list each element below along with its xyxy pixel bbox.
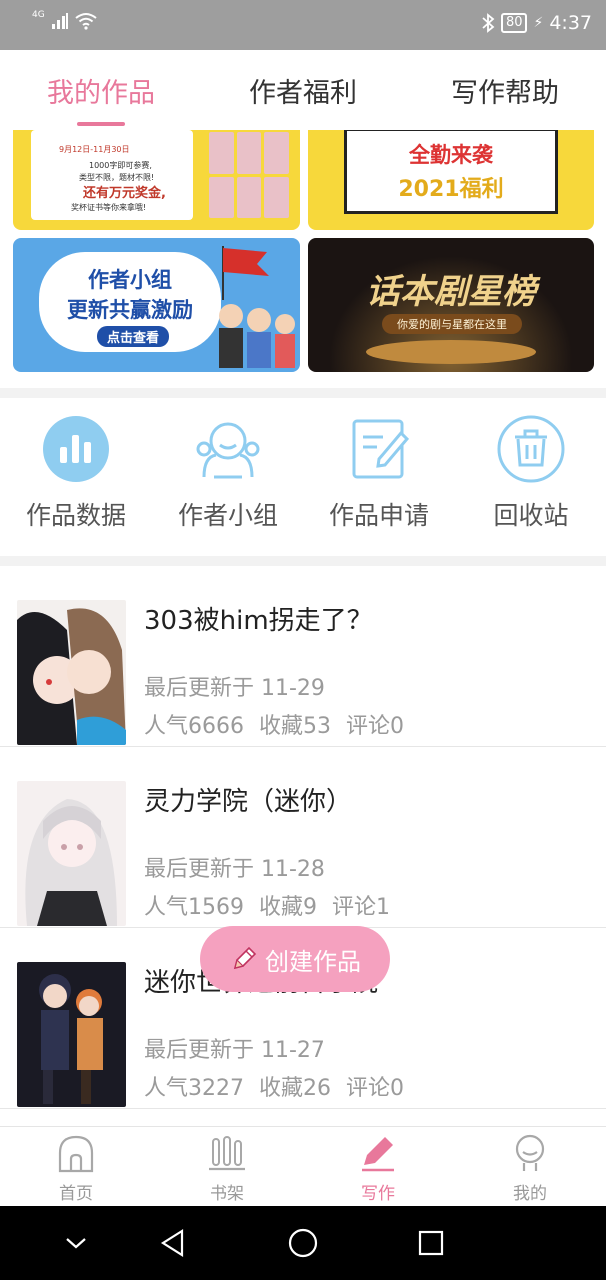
tab-label: 写作帮助: [451, 77, 559, 109]
wifi-icon: [75, 13, 97, 30]
pencil-icon: [233, 946, 257, 970]
work-favorites: 收藏26: [259, 1076, 331, 1101]
edit-document-icon: [344, 414, 414, 484]
work-updated: 最后更新于 11-28: [144, 857, 325, 882]
work-stats: 人气6666 收藏53 评论0: [144, 708, 404, 740]
action-label: 作者小组: [177, 501, 278, 530]
work-updated: 最后更新于 11-27: [144, 1038, 325, 1063]
tab-active-indicator: [77, 122, 125, 126]
works-list: 303被him拐走了？ 最后更新于 11-29 人气6666 收藏53 评论0 …: [0, 566, 606, 1126]
banner-board: 全勤来袭 2021福利: [344, 130, 558, 214]
nav-write[interactable]: 写作: [318, 1133, 438, 1204]
banner-line: 奖杯证书等你来拿哦!: [71, 203, 147, 212]
banner-title: 作者小组: [88, 268, 172, 292]
banner-subtitle: 2021福利: [398, 177, 504, 202]
work-popularity: 人气1569: [144, 895, 244, 920]
top-tab-bar: 我的作品 作者福利 写作帮助: [0, 50, 606, 130]
banner-card: 9月12日-11月30日 1000字即可参赛, 类型不限，题材不限! 还有万元奖…: [31, 130, 193, 220]
banner-grid: 9月12日-11月30日 1000字即可参赛, 类型不限，题材不限! 还有万元奖…: [0, 130, 606, 388]
nav-label: 写作: [361, 1184, 395, 1204]
banner-attendance-bonus[interactable]: 全勤来袭 2021福利: [308, 130, 594, 230]
bottom-nav: 首页 书架 写作 我的: [0, 1126, 606, 1206]
tab-writing-help[interactable]: 写作帮助: [404, 50, 606, 130]
nav-label: 我的: [513, 1184, 547, 1204]
group-icon: [193, 414, 263, 484]
work-favorites: 收藏53: [259, 714, 331, 739]
bluetooth-icon: [482, 13, 495, 33]
banner-view-button: 点击查看: [97, 326, 170, 347]
work-cover-image: [17, 781, 126, 926]
signal-icon: [51, 13, 68, 29]
banner-title: 话本剧星榜: [366, 272, 536, 312]
action-label: 作品申请: [328, 501, 429, 530]
battery-indicator: 80: [500, 13, 528, 33]
banner-subtitle: 更新共赢激励: [67, 298, 193, 322]
quick-actions: 作品数据 作者小组 作品申请 回收站: [0, 398, 606, 556]
bookshelf-icon: [209, 1136, 245, 1171]
work-popularity: 人气3227: [144, 1076, 244, 1101]
tab-author-benefits[interactable]: 作者福利: [202, 50, 404, 130]
banner-author-group[interactable]: 作者小组 更新共赢激励 点击查看: [13, 238, 300, 372]
network-label: 4G: [32, 10, 45, 20]
nav-label: 首页: [59, 1184, 93, 1204]
action-label: 作品数据: [25, 501, 126, 530]
work-stats: 人气3227 收藏26 评论0: [144, 1070, 404, 1102]
nav-bookshelf[interactable]: 书架: [167, 1133, 287, 1204]
nav-home[interactable]: 首页: [16, 1133, 136, 1204]
banner-bubble: 作者小组 更新共赢激励 点击查看: [39, 252, 221, 352]
work-comments: 评论0: [346, 714, 404, 739]
section-divider: [0, 388, 606, 398]
tab-label: 我的作品: [47, 77, 155, 109]
banner-stage: [366, 340, 536, 364]
work-stats: 人气1569 收藏9 评论1: [144, 889, 390, 921]
work-popularity: 人气6666: [144, 714, 244, 739]
banner-line: 1000字即可参赛,: [89, 161, 152, 170]
recent-apps-icon[interactable]: [414, 1226, 448, 1260]
list-item[interactable]: 303被him拐走了？ 最后更新于 11-29 人气6666 收藏53 评论0: [0, 566, 606, 747]
status-bar: 4G 80 ⚡ 4:37: [0, 0, 606, 50]
banner-headline: 还有万元奖金,: [83, 186, 166, 201]
pen-icon: [362, 1137, 394, 1172]
home-icon: [58, 1135, 94, 1173]
work-title: 303被him拐走了？: [144, 606, 373, 636]
banner-subtitle: 你爱的剧与星都在这里: [382, 314, 522, 334]
banner-star-ranking[interactable]: 话本剧星榜 你爱的剧与星都在这里: [308, 238, 594, 372]
work-cover-image: [17, 600, 126, 745]
work-comments: 评论0: [346, 1076, 404, 1101]
banner-title: 全勤来袭: [409, 143, 493, 167]
action-label: 回收站: [493, 501, 569, 530]
work-updated: 最后更新于 11-29: [144, 676, 325, 701]
trash-icon: [496, 414, 566, 484]
flag-icon: [222, 246, 269, 300]
work-favorites: 收藏9: [259, 895, 317, 920]
chevron-down-icon[interactable]: [59, 1226, 93, 1260]
profile-icon: [515, 1134, 545, 1171]
tab-label: 作者福利: [249, 77, 357, 109]
bar-chart-icon: [41, 414, 111, 484]
action-author-group[interactable]: 作者小组: [158, 414, 298, 532]
create-work-button[interactable]: 创建作品: [200, 926, 390, 992]
clock: 4:37: [549, 12, 592, 34]
action-work-data[interactable]: 作品数据: [6, 414, 146, 532]
nav-label: 书架: [210, 1184, 244, 1204]
work-cover-image: [17, 962, 126, 1107]
action-work-application[interactable]: 作品申请: [309, 414, 449, 532]
tab-my-works[interactable]: 我的作品: [0, 50, 202, 130]
banner-writing-contest[interactable]: 9月12日-11月30日 1000字即可参赛, 类型不限，题材不限! 还有万元奖…: [13, 130, 300, 230]
back-icon[interactable]: [156, 1226, 190, 1260]
work-comments: 评论1: [332, 895, 390, 920]
banner-photo-collage: [209, 132, 289, 218]
home-button-icon[interactable]: [286, 1226, 320, 1260]
system-nav-bar: [0, 1206, 606, 1280]
create-work-label: 创建作品: [265, 947, 361, 976]
banner-date: 9月12日-11月30日: [59, 145, 130, 154]
action-recycle-bin[interactable]: 回收站: [461, 414, 601, 532]
characters-illustration: [219, 304, 295, 368]
work-title: 灵力学院（迷你）: [144, 787, 353, 817]
list-item[interactable]: 灵力学院（迷你） 最后更新于 11-28 人气1569 收藏9 评论1: [0, 747, 606, 928]
charging-icon: ⚡: [533, 15, 544, 31]
section-divider: [0, 556, 606, 566]
nav-profile[interactable]: 我的: [470, 1133, 590, 1204]
